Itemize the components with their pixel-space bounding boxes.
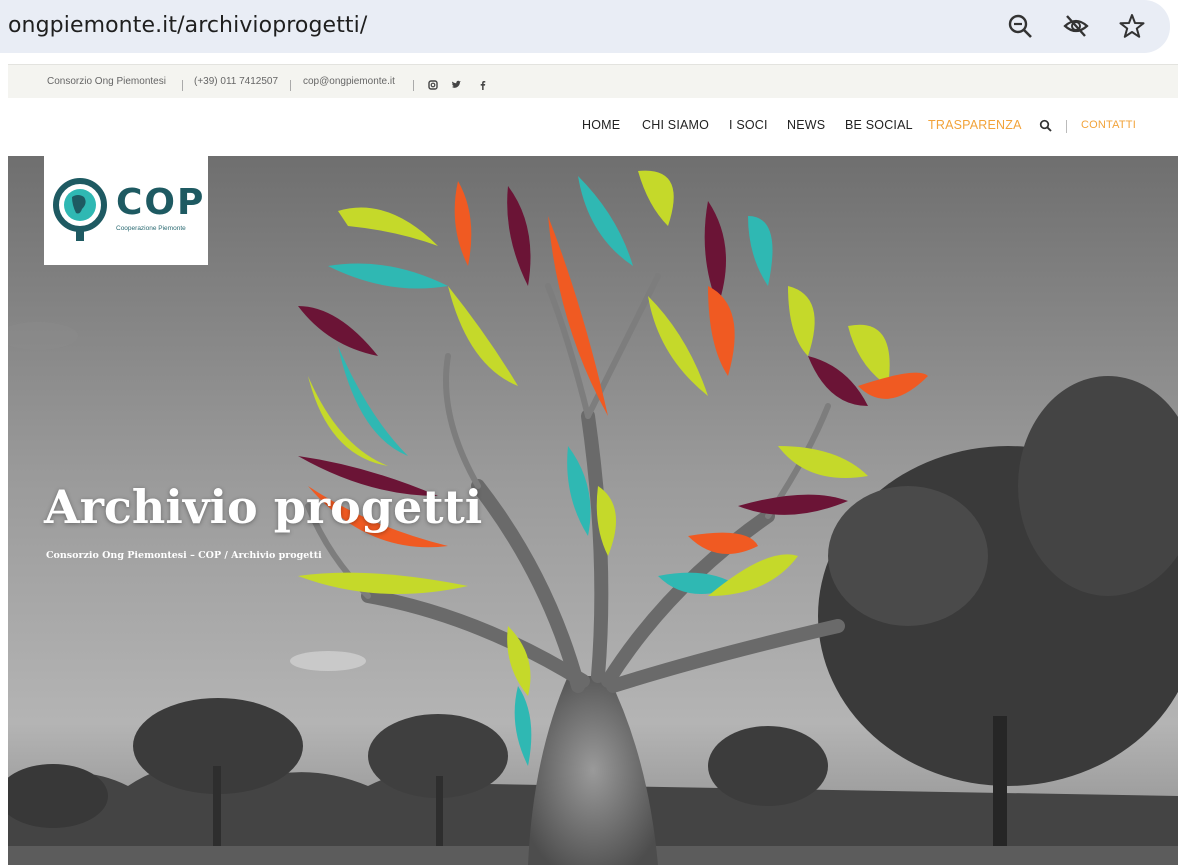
nav-contatti[interactable]: CONTATTI — [1081, 119, 1136, 131]
divider — [182, 80, 183, 91]
nav-i-soci[interactable]: I SOCI — [729, 118, 768, 132]
breadcrumb[interactable]: Consorzio Ong Piemontesi – COP / Archivi… — [46, 550, 322, 561]
nav-home[interactable]: HOME — [582, 118, 620, 132]
nav-chi-siamo[interactable]: CHI SIAMO — [642, 118, 709, 132]
nav-trasparenza[interactable]: TRASPARENZA — [928, 118, 1022, 132]
facebook-icon[interactable] — [478, 77, 488, 90]
nav-be-social[interactable]: BE SOCIAL — [845, 118, 913, 132]
address-bar[interactable]: ongpiemonte.it/archivioprogetti/ — [0, 0, 1170, 53]
top-info-bar: Consorzio Ong Piemontesi (+39) 011 74125… — [8, 64, 1178, 99]
divider — [290, 80, 291, 91]
cop-logo[interactable]: COP Cooperazione Piemonte — [44, 156, 208, 265]
logo-name: COP — [116, 182, 206, 223]
instagram-icon[interactable] — [428, 77, 438, 90]
logo-tagline: Cooperazione Piemonte — [116, 225, 186, 232]
hero-banner: COP Cooperazione Piemonte Archivio proge… — [8, 156, 1178, 865]
url-text[interactable]: ongpiemonte.it/archivioprogetti/ — [8, 13, 367, 38]
eye-off-icon[interactable] — [1062, 12, 1090, 40]
divider — [413, 80, 414, 91]
email-link[interactable]: cop@ongpiemonte.it — [303, 76, 395, 87]
phone-number[interactable]: (+39) 011 7412507 — [194, 76, 278, 87]
nav-news[interactable]: NEWS — [787, 118, 825, 132]
zoom-out-icon[interactable] — [1006, 12, 1034, 40]
page-title: Archivio progetti — [44, 480, 483, 534]
globe-logo-icon — [53, 178, 107, 241]
org-name: Consorzio Ong Piemontesi — [47, 76, 166, 87]
main-navigation: HOME CHI SIAMO I SOCI NEWS BE SOCIAL TRA… — [8, 98, 1178, 156]
search-icon[interactable] — [1039, 119, 1052, 132]
divider — [1066, 120, 1067, 133]
twitter-icon[interactable] — [451, 77, 461, 88]
star-bookmark-icon[interactable] — [1118, 12, 1146, 40]
